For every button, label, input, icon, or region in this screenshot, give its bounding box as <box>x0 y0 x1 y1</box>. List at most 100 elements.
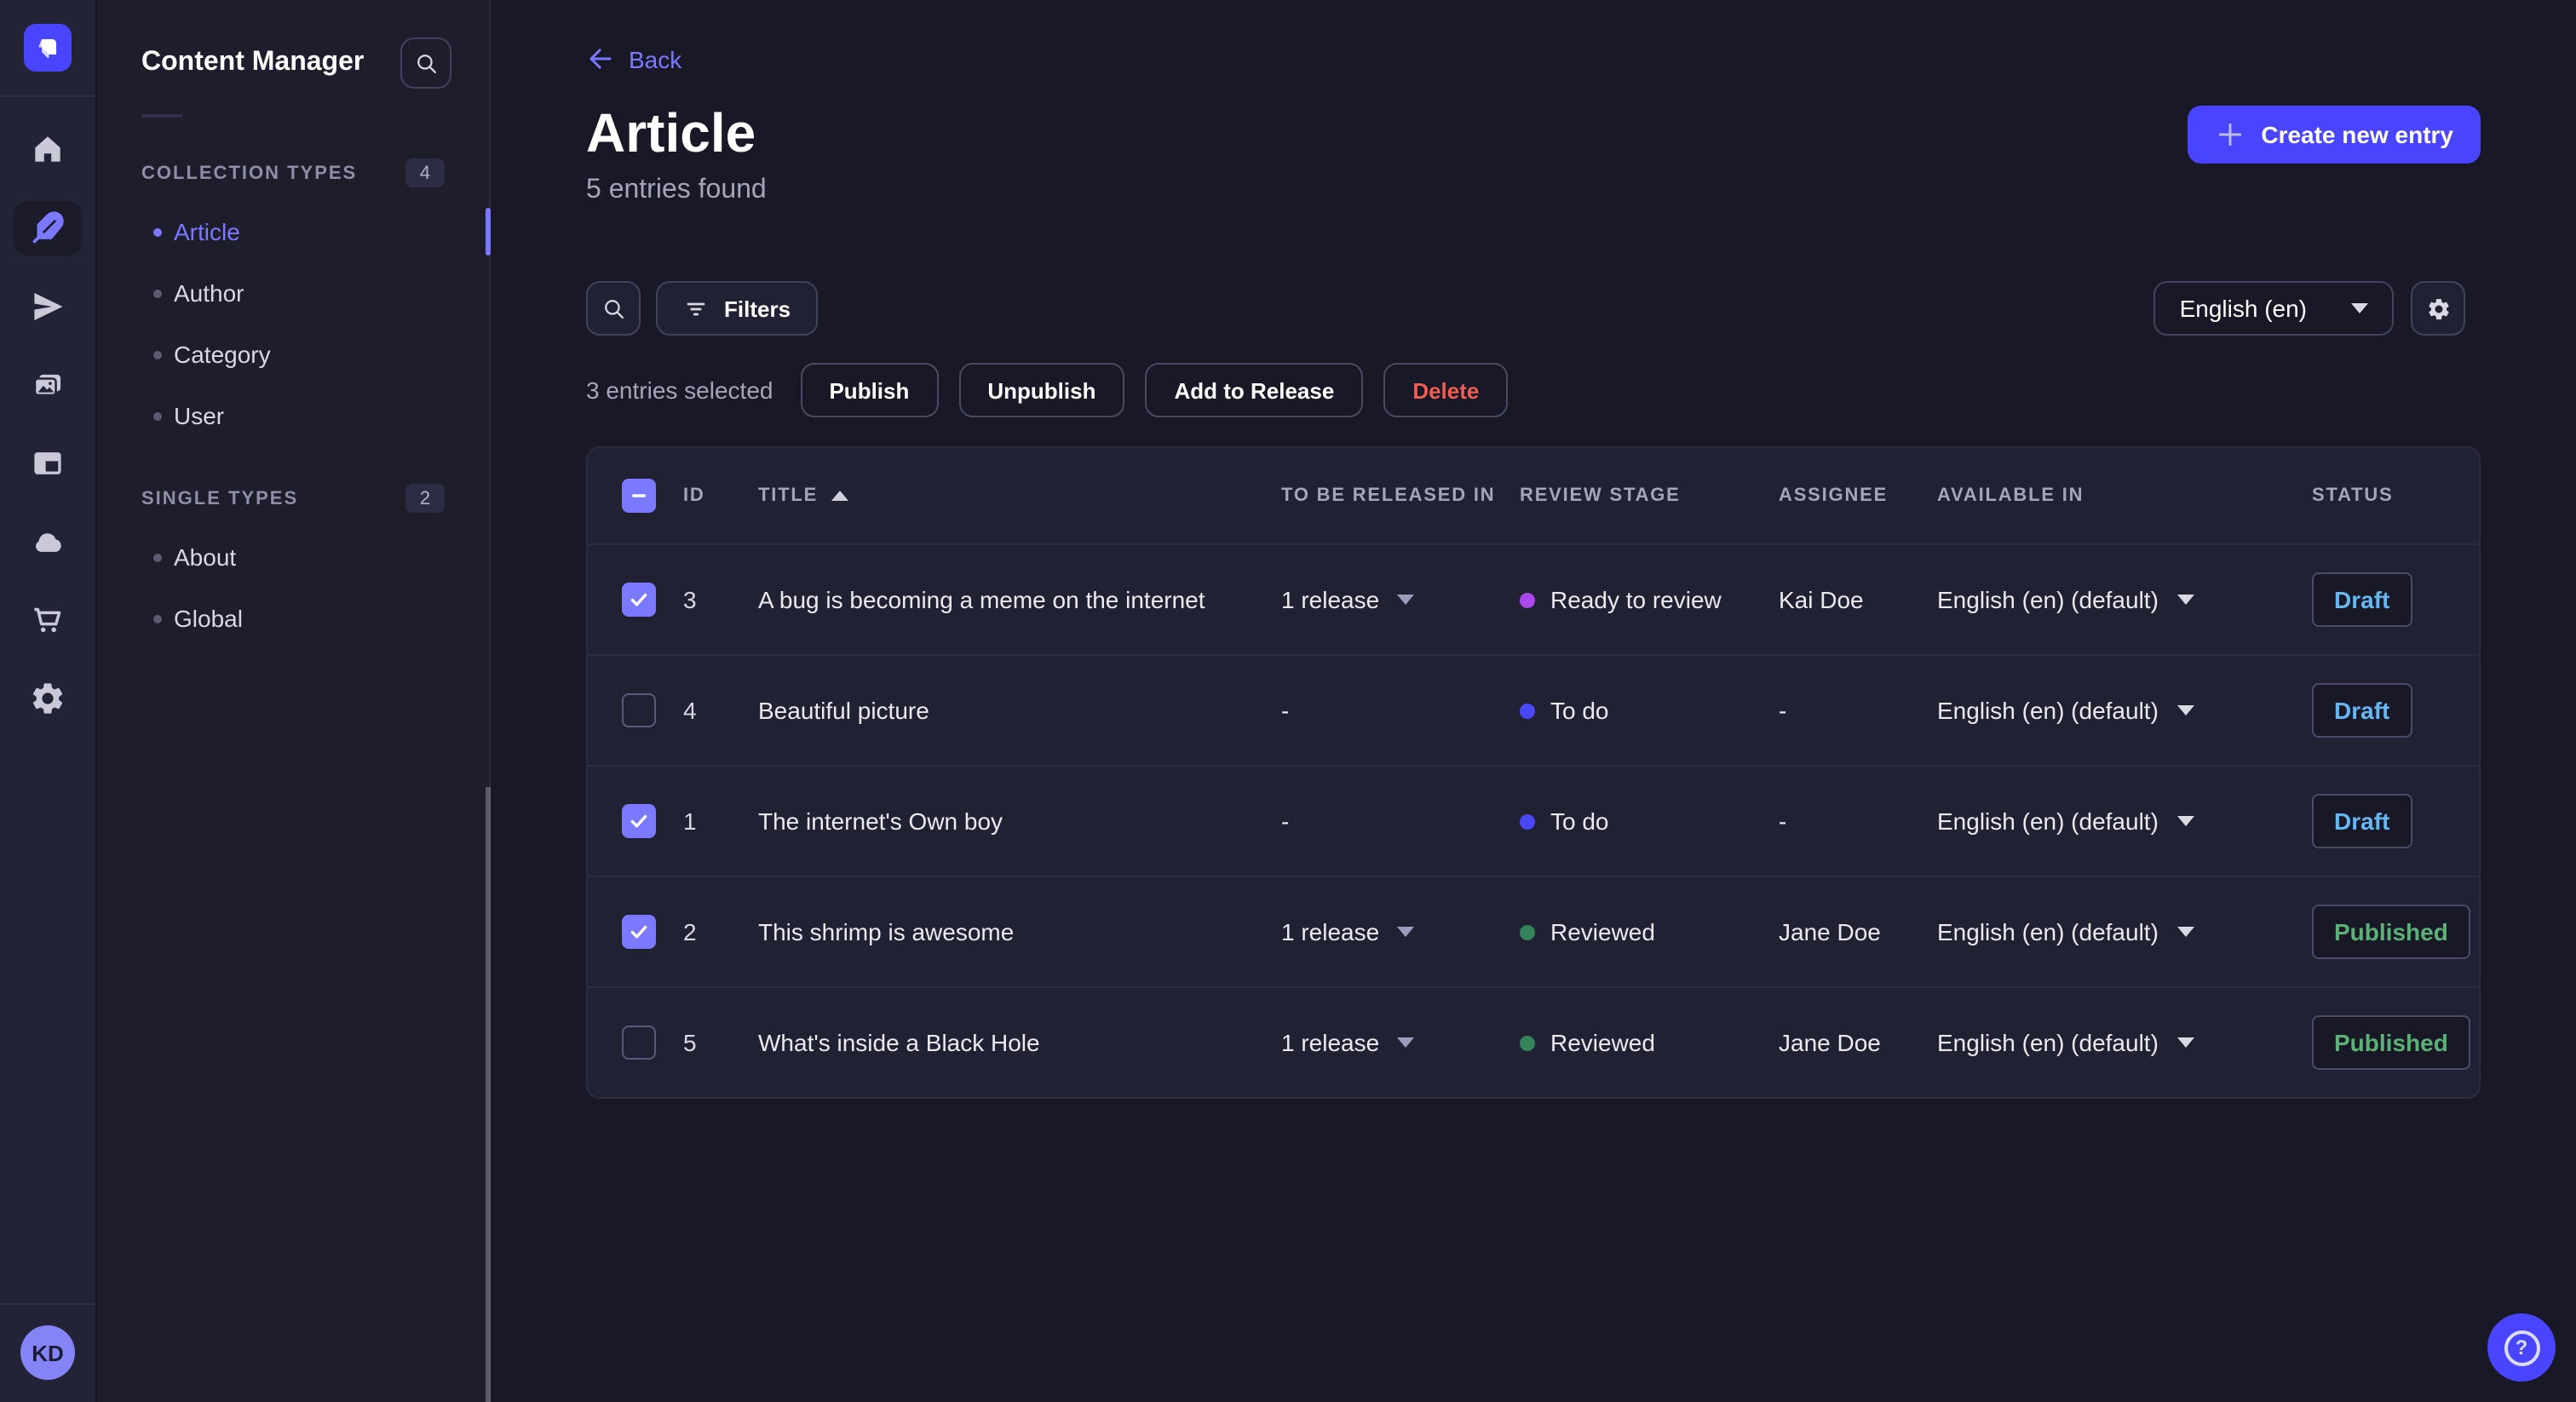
cell-available-in[interactable]: English (en) (default) <box>1937 807 2312 835</box>
table-row[interactable]: 3 A bug is becoming a meme on the intern… <box>588 543 2479 654</box>
subnav-item-article[interactable]: Article <box>97 201 491 262</box>
stage-dot-icon <box>1520 813 1535 829</box>
col-status[interactable]: STATUS <box>2312 486 2445 506</box>
chevron-down-icon <box>2176 1037 2194 1048</box>
cell-release[interactable]: - <box>1281 807 1520 835</box>
create-new-entry-button[interactable]: Create new entry <box>2188 106 2481 164</box>
cell-id: 3 <box>683 586 697 613</box>
release-label: 1 release <box>1281 586 1380 613</box>
paper-plane-icon[interactable] <box>14 279 82 334</box>
section-label: COLLECTION TYPES <box>141 163 358 183</box>
subnav-sections: COLLECTION TYPES 4 Article Author Catego… <box>97 145 491 649</box>
divider <box>141 114 182 118</box>
stage-label: Ready to review <box>1550 586 1722 613</box>
section-label: SINGLE TYPES <box>141 488 299 509</box>
row-checkbox[interactable] <box>622 915 656 949</box>
toolbar: Filters English (en) <box>586 281 2481 336</box>
table-row[interactable]: 1 The internet's Own boy - To do - Engli… <box>588 765 2479 876</box>
cell-release[interactable]: 1 release <box>1281 918 1520 945</box>
row-checkbox[interactable] <box>622 1026 656 1060</box>
locale-label: English (en) (default) <box>1937 918 2159 945</box>
strapi-logo[interactable] <box>24 24 72 72</box>
subnav-item-author[interactable]: Author <box>97 262 489 324</box>
table-header-row: ID TITLE TO BE RELEASED IN REVIEW STAGE … <box>588 448 2479 543</box>
col-release[interactable]: TO BE RELEASED IN <box>1281 486 1520 506</box>
cell-status: Draft <box>2312 683 2445 738</box>
locale-select[interactable]: English (en) <box>2153 281 2394 336</box>
cell-review-stage: Ready to review <box>1520 586 1779 613</box>
stage-label: Reviewed <box>1550 918 1655 945</box>
gear-icon[interactable] <box>14 671 82 726</box>
release-label: - <box>1281 697 1290 724</box>
table-body: 3 A bug is becoming a meme on the intern… <box>588 543 2479 1097</box>
row-checkbox[interactable] <box>622 804 656 838</box>
col-assignee[interactable]: ASSIGNEE <box>1779 486 1937 506</box>
stage-dot-icon <box>1520 924 1535 939</box>
stage-dot-icon <box>1520 592 1535 607</box>
section-items: Article Author Category User <box>97 201 491 446</box>
delete-button[interactable]: Delete <box>1383 363 1509 417</box>
unpublish-button[interactable]: Unpublish <box>958 363 1125 417</box>
arrow-left-icon <box>589 49 612 69</box>
sort-asc-icon <box>831 491 849 501</box>
help-button[interactable]: ? <box>2487 1313 2556 1382</box>
cell-available-in[interactable]: English (en) (default) <box>1937 918 2312 945</box>
home-icon[interactable] <box>14 123 82 177</box>
subnav-item-about[interactable]: About <box>97 526 489 588</box>
search-icon[interactable] <box>400 37 451 89</box>
cell-review-stage: To do <box>1520 807 1779 835</box>
add-to-release-button[interactable]: Add to Release <box>1145 363 1364 417</box>
chevron-down-icon <box>2176 927 2194 937</box>
col-title[interactable]: TITLE <box>758 486 1281 506</box>
row-checkbox[interactable] <box>622 693 656 727</box>
cell-status: Published <box>2312 1015 2470 1070</box>
locale-label: English (en) (default) <box>1937 586 2159 613</box>
select-all-checkbox[interactable] <box>622 479 656 513</box>
rail-nav <box>14 97 82 1303</box>
stage-label: To do <box>1550 697 1609 724</box>
cell-available-in[interactable]: English (en) (default) <box>1937 1029 2312 1056</box>
col-available[interactable]: AVAILABLE IN <box>1937 486 2312 506</box>
back-link[interactable]: Back <box>586 44 681 73</box>
cell-release[interactable]: - <box>1281 697 1520 724</box>
release-label: 1 release <box>1281 1029 1380 1056</box>
table-row[interactable]: 4 Beautiful picture - To do - English (e… <box>588 654 2479 765</box>
layout-icon[interactable] <box>14 436 82 491</box>
cell-release[interactable]: 1 release <box>1281 586 1520 613</box>
cart-icon[interactable] <box>14 593 82 647</box>
rail-bottom: KD <box>0 1303 95 1402</box>
cloud-icon[interactable] <box>14 514 82 569</box>
feather-icon[interactable] <box>14 201 82 256</box>
cell-available-in[interactable]: English (en) (default) <box>1937 697 2312 724</box>
filter-icon <box>687 302 705 315</box>
subnav-title: Content Manager <box>141 48 365 77</box>
locale-label: English (en) (default) <box>1937 697 2159 724</box>
release-label: - <box>1281 807 1290 835</box>
subnav-item-user[interactable]: User <box>97 385 489 446</box>
search-icon[interactable] <box>586 281 641 336</box>
section-items: About Global <box>97 526 489 649</box>
locale-label: English (en) (default) <box>1937 807 2159 835</box>
table-row[interactable]: 2 This shrimp is awesome 1 release Revie… <box>588 876 2479 986</box>
subnav-item-category[interactable]: Category <box>97 324 489 385</box>
chevron-down-icon <box>1396 1037 1414 1048</box>
publish-button[interactable]: Publish <box>800 363 939 417</box>
chevron-down-icon <box>1396 927 1414 937</box>
avatar[interactable]: KD <box>20 1325 75 1380</box>
bullet-icon <box>153 411 162 420</box>
table-row[interactable]: 5 What's inside a Black Hole 1 release R… <box>588 986 2479 1097</box>
logo-section <box>0 0 95 97</box>
status-badge: Published <box>2312 1015 2470 1070</box>
cell-release[interactable]: 1 release <box>1281 1029 1520 1056</box>
filters-button[interactable]: Filters <box>656 281 819 336</box>
images-icon[interactable] <box>14 358 82 412</box>
bullet-icon <box>153 553 162 561</box>
row-checkbox[interactable] <box>622 583 656 617</box>
col-stage[interactable]: REVIEW STAGE <box>1520 486 1779 506</box>
cell-available-in[interactable]: English (en) (default) <box>1937 586 2312 613</box>
col-id[interactable]: ID <box>683 486 758 506</box>
subnav-item-global[interactable]: Global <box>97 588 489 649</box>
chevron-down-icon <box>2351 303 2368 313</box>
cell-status: Draft <box>2312 572 2445 627</box>
view-settings-icon[interactable] <box>2411 281 2465 336</box>
